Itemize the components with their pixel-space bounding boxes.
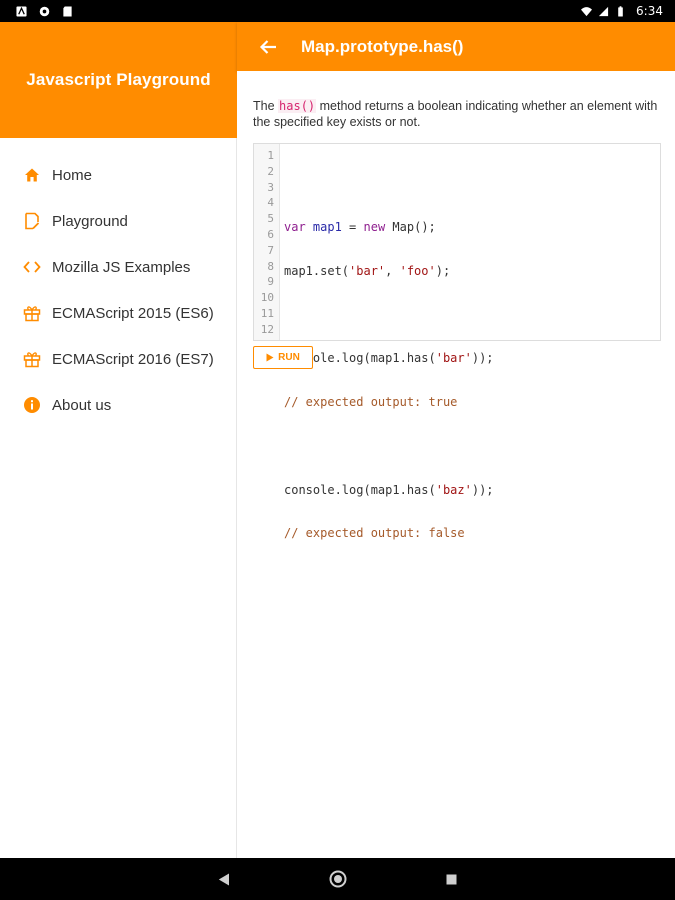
- method-description: The has() method returns a boolean indic…: [253, 98, 663, 130]
- run-button-label: RUN: [278, 352, 300, 363]
- run-button[interactable]: RUN: [253, 346, 313, 369]
- description-text-before: The: [253, 99, 279, 113]
- app-bar: Map.prototype.has(): [237, 22, 675, 71]
- code-line: var map1 = new Map();: [284, 219, 436, 234]
- line-number: 5: [267, 212, 274, 226]
- line-number: 2: [267, 164, 274, 178]
- line-number: 7: [267, 243, 274, 257]
- line-number: 11: [260, 306, 274, 320]
- status-clock: 6:34: [636, 4, 663, 18]
- sd-card-icon: [63, 5, 72, 17]
- drawer-item-label: ECMAScript 2015 (ES6): [52, 304, 214, 322]
- code-editor[interactable]: 1 2 3 4 5 6 7 8 9 10 11 12 var map1 = ne…: [253, 143, 661, 541]
- drawer-item-label: Home: [52, 166, 93, 184]
- drawer-item-home[interactable]: Home: [0, 152, 236, 198]
- navigation-drawer: Javascript Playground Home Playground Mo…: [0, 22, 237, 858]
- recents-square-icon[interactable]: [441, 868, 463, 890]
- gift-box-icon: [22, 303, 42, 323]
- code-line: // expected output: true: [284, 394, 458, 409]
- code-line: map1.set('bar', 'foo');: [284, 263, 451, 278]
- method-keyword: has(): [278, 99, 317, 113]
- system-navigation-bar: [0, 858, 675, 900]
- drawer-item-playground[interactable]: Playground: [0, 198, 236, 244]
- play-icon: [266, 353, 274, 362]
- line-number: 4: [267, 196, 274, 210]
- status-right: 6:34: [581, 4, 663, 18]
- drawer-item-label: Playground: [52, 212, 128, 230]
- signal-icon: [598, 6, 609, 16]
- edit-note-icon: [22, 211, 42, 231]
- code-line: console.log(map1.has('baz'));: [284, 482, 494, 497]
- line-number: 1: [267, 149, 274, 162]
- notification-a-icon: [16, 5, 27, 17]
- drawer-item-about-us[interactable]: About us: [0, 382, 236, 428]
- code-line: // expected output: false: [284, 526, 465, 541]
- drawer-title: Javascript Playground: [26, 70, 211, 89]
- drawer-item-label: Mozilla JS Examples: [52, 258, 191, 276]
- line-number: 12: [260, 322, 274, 336]
- status-left: [16, 5, 73, 17]
- drawer-item-es6[interactable]: ECMAScript 2015 (ES6): [0, 290, 236, 336]
- drawer-item-mozilla-js-examples[interactable]: Mozilla JS Examples: [0, 244, 236, 290]
- code-icon: [22, 257, 42, 277]
- home-circle-icon[interactable]: [327, 868, 349, 890]
- line-number: 6: [267, 227, 274, 241]
- battery-icon: [618, 5, 623, 17]
- code-line: console.log(map1.has('bar'));: [284, 351, 494, 366]
- line-number: 9: [267, 275, 274, 289]
- wifi-icon: [581, 6, 593, 16]
- back-triangle-icon[interactable]: [213, 868, 235, 890]
- line-number: 10: [260, 291, 274, 305]
- main-content: The has() method returns a boolean indic…: [237, 71, 675, 858]
- status-bar: 6:34: [0, 0, 675, 22]
- line-number: 8: [267, 259, 274, 273]
- drawer-menu: Home Playground Mozilla JS Examples ECMA…: [0, 138, 236, 428]
- drawer-header: Javascript Playground: [0, 22, 237, 138]
- info-icon: [22, 395, 42, 415]
- code-text[interactable]: var map1 = new Map(); map1.set('bar', 'f…: [280, 144, 660, 541]
- line-number: 3: [267, 180, 274, 194]
- home-icon: [22, 165, 42, 185]
- arrow-back-icon[interactable]: [257, 36, 279, 58]
- drawer-item-label: ECMAScript 2016 (ES7): [52, 350, 214, 368]
- screen: 6:34 Javascript Playground Home Playgrou…: [0, 0, 675, 900]
- circle-icon: [39, 6, 50, 16]
- gift-box-icon: [22, 349, 42, 369]
- drawer-item-label: About us: [52, 396, 112, 414]
- page-title: Map.prototype.has(): [301, 36, 464, 56]
- line-number-gutter: 1 2 3 4 5 6 7 8 9 10 11 12: [254, 144, 280, 340]
- drawer-item-es7[interactable]: ECMAScript 2016 (ES7): [0, 336, 236, 382]
